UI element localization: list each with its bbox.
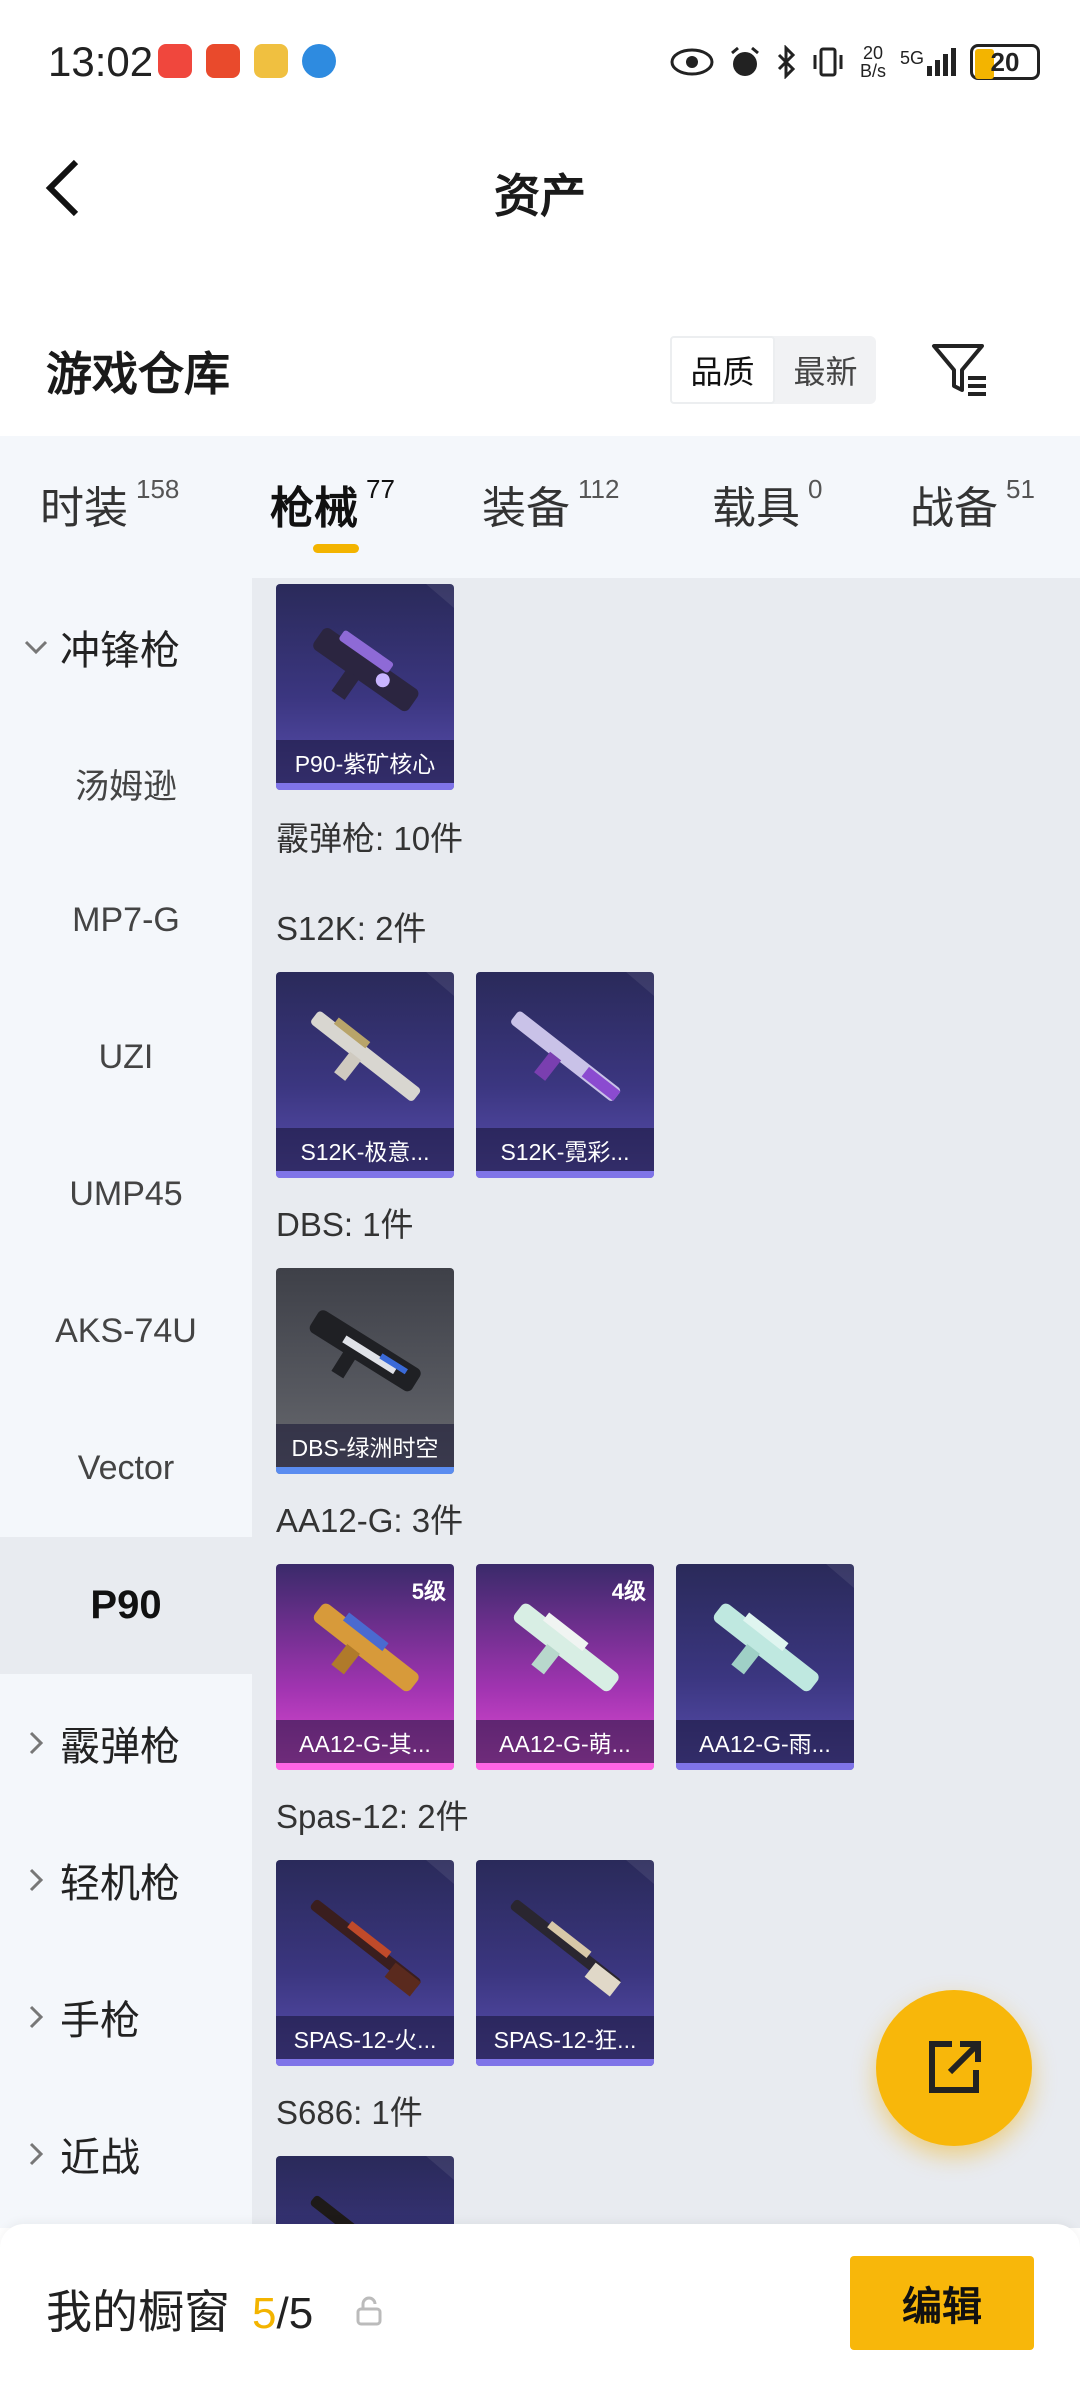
chevron-down-icon (20, 631, 52, 663)
weapon-sidebar: 冲锋枪 汤姆逊 MP7-G UZI UMP45 AKS-74U Vector P… (0, 578, 252, 2228)
weapon-card[interactable] (276, 2156, 454, 2228)
page-title: 资产 (494, 170, 586, 222)
sidebar-group-melee[interactable]: 近战 (0, 2085, 252, 2222)
lock-icon (356, 2296, 382, 2326)
weapon-card[interactable]: DBS-绿洲时空 (276, 1268, 454, 1474)
notification-app-icon-2 (206, 44, 240, 78)
status-icons: 20 B/s 5G 20 (670, 38, 1040, 86)
filter-button[interactable] (928, 338, 992, 402)
notification-app-icon-1 (158, 44, 192, 78)
chevron-right-icon (20, 2138, 52, 2170)
showcase-bar: 我的橱窗 5/5 编辑 (0, 2224, 1080, 2382)
weapon-card[interactable]: S12K-霓彩... (476, 972, 654, 1178)
edit-button[interactable]: 编辑 (850, 2256, 1034, 2350)
sort-quality-option[interactable]: 品质 (670, 336, 775, 404)
weapon-card[interactable]: SPAS-12-狂... (476, 1860, 654, 2066)
smg-icon (313, 628, 419, 712)
sidebar-item-thompson[interactable]: 汤姆逊 (0, 715, 252, 852)
alarm-icon (731, 46, 759, 76)
rifle-icon (511, 1011, 621, 1101)
shotgun-summary: 霰弹枪: 10件 (276, 820, 464, 857)
weapon-card[interactable]: SPAS-12-火... (276, 1860, 454, 2066)
status-bar: 13:02 20 B/s 5G 20 (0, 0, 1080, 120)
rifle-icon (311, 1011, 421, 1101)
shotgun-icon (309, 1310, 421, 1392)
sidebar-item-mp7g[interactable]: MP7-G (0, 852, 252, 989)
network-speed: 20 B/s (859, 43, 886, 81)
weapon-card[interactable]: 4级 AA12-G-萌... (476, 1564, 654, 1770)
sidebar-group-smg[interactable]: 冲锋枪 (0, 578, 252, 715)
share-button[interactable] (876, 1990, 1032, 2146)
section-s12k: S12K: 2件 (276, 910, 427, 947)
category-tabs: 时装 158 枪械 77 装备 112 载具 0 战备 51 (0, 436, 1080, 578)
notification-app-icon-3 (254, 44, 288, 78)
tab-fashion[interactable]: 时装 158 (40, 472, 179, 536)
tab-vehicles[interactable]: 载具 0 (712, 472, 822, 536)
sidebar-item-aks74u[interactable]: AKS-74U (0, 1263, 252, 1400)
weapon-grid: P90-紫矿核心 霰弹枪: 10件 S12K: 2件 S12K-极意... S1… (252, 578, 1080, 2228)
active-tab-indicator (313, 544, 359, 553)
tab-firearms[interactable]: 枪械 77 (270, 472, 395, 536)
showcase-count: 5/5 (252, 2289, 314, 2338)
shotgun-icon (510, 1899, 621, 1997)
share-icon (929, 2041, 981, 2093)
vibrate-icon (813, 47, 843, 77)
battery-icon: 20 (970, 44, 1040, 80)
warehouse-title: 游戏仓库 (46, 348, 230, 400)
sidebar-group-pistol[interactable]: 手枪 (0, 1948, 252, 2085)
weapon-card[interactable]: P90-紫矿核心 (276, 584, 454, 790)
chevron-right-icon (20, 2001, 52, 2033)
sidebar-group-shotgun[interactable]: 霰弹枪 (0, 1674, 252, 1811)
section-aa12: AA12-G: 3件 (276, 1502, 464, 1539)
sort-newest-option[interactable]: 最新 (775, 336, 876, 404)
chevron-right-icon (20, 1864, 52, 1896)
chevron-right-icon (20, 1727, 52, 1759)
section-dbs: DBS: 1件 (276, 1206, 414, 1243)
shotgun-icon (713, 1603, 819, 1692)
section-s686: S686: 1件 (276, 2094, 423, 2131)
sidebar-item-ump45[interactable]: UMP45 (0, 1126, 252, 1263)
shotgun-icon (310, 2195, 421, 2228)
sidebar-item-p90[interactable]: P90 (0, 1537, 252, 1674)
shotgun-icon (310, 1899, 421, 1997)
notification-app-icon-4 (302, 44, 336, 78)
weapon-card[interactable]: S12K-极意... (276, 972, 454, 1178)
eye-icon (670, 48, 714, 76)
weapon-card[interactable]: 5级 AA12-G-其... (276, 1564, 454, 1770)
weapon-card[interactable]: AA12-G-雨... (676, 1564, 854, 1770)
cell-signal-icon: 5G (900, 48, 956, 76)
status-time: 13:02 (48, 38, 154, 85)
sort-toggle: 品质 最新 (670, 336, 876, 404)
tab-equipment[interactable]: 装备 112 (482, 472, 619, 536)
sidebar-group-lmg[interactable]: 轻机枪 (0, 1811, 252, 1948)
bluetooth-icon (777, 45, 796, 79)
shotgun-icon (313, 1603, 419, 1692)
tab-supplies[interactable]: 战备 51 (910, 472, 1035, 536)
showcase-label: 我的橱窗 5/5 (46, 2286, 314, 2338)
sidebar-item-vector[interactable]: Vector (0, 1400, 252, 1537)
shotgun-icon (513, 1603, 619, 1692)
sidebar-item-uzi[interactable]: UZI (0, 989, 252, 1126)
section-spas12: Spas-12: 2件 (276, 1798, 469, 1835)
filter-icon (932, 344, 986, 396)
